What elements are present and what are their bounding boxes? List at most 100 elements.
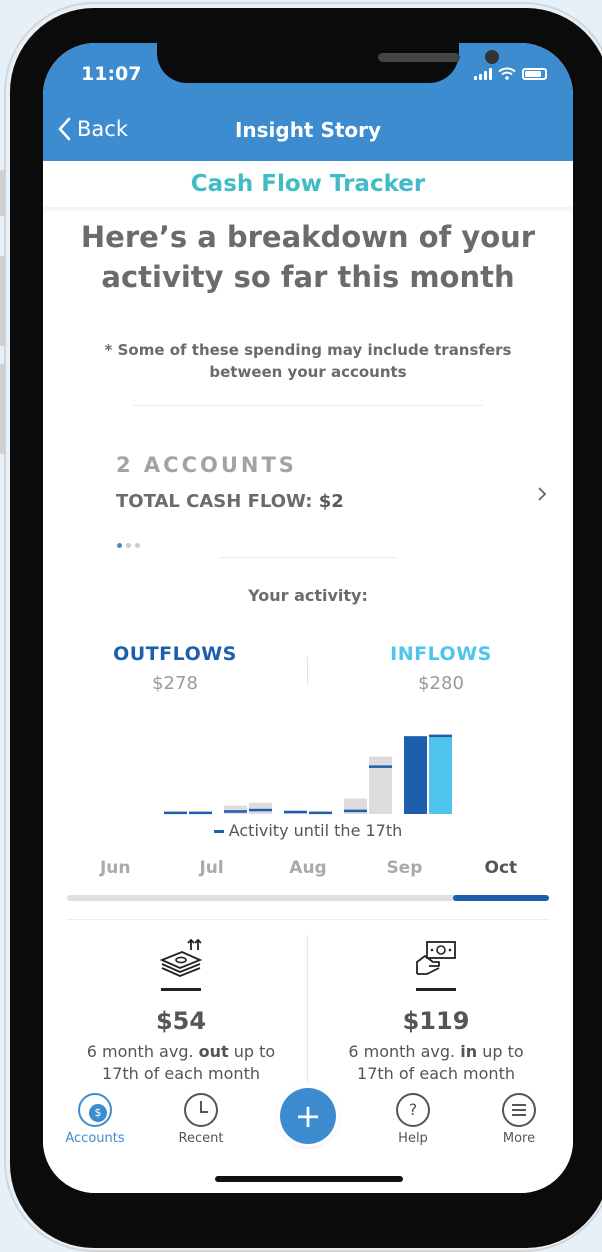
desc-text: 17th of each month xyxy=(102,1064,260,1083)
phone-mockup: 11:07 Back Insight Story Cash Flow Track… xyxy=(0,0,602,1252)
inflow-partial-marker-oct xyxy=(429,734,452,738)
inflows-title: INFLOWS xyxy=(390,643,492,665)
total-cash-flow-label: TOTAL CASH FLOW: xyxy=(116,491,313,512)
outflows-summary: OUTFLOWS $278 xyxy=(75,643,275,694)
inflow-average-stat: $119 6 month avg. in up to 17th of each … xyxy=(321,938,551,1085)
inflow-average-desc: 6 month avg. in up to 17th of each month xyxy=(321,1041,551,1085)
note-line-2: between your accounts xyxy=(209,363,407,381)
desc-bold: in xyxy=(460,1042,478,1061)
accounts-count: 2 ACCOUNTS xyxy=(116,453,297,477)
desc-text: up to xyxy=(477,1042,524,1061)
stats-divider xyxy=(67,919,549,920)
desc-text: 6 month avg. xyxy=(348,1042,461,1061)
status-icons xyxy=(474,67,547,80)
tab-accounts[interactable]: $ Accounts xyxy=(55,1093,135,1146)
heading-line-2: activity so far this month xyxy=(101,260,515,294)
speaker xyxy=(378,53,460,62)
tab-label: More xyxy=(502,1131,536,1146)
money-out-icon xyxy=(66,938,296,982)
total-cash-flow-value: $2 xyxy=(318,491,344,512)
plus-icon: + xyxy=(294,1097,322,1135)
outflow-partial-marker-sep xyxy=(344,809,367,813)
inflow-partial-marker-jul xyxy=(249,808,272,812)
battery-icon xyxy=(522,68,547,80)
inflow-bar-jul xyxy=(249,802,272,814)
help-icon: ? xyxy=(396,1093,430,1127)
activity-label: Your activity: xyxy=(248,586,368,605)
camera xyxy=(485,50,499,64)
transfer-note: * Some of these spending may include tra… xyxy=(73,339,543,383)
inflow-partial-marker-sep xyxy=(369,765,392,768)
month-slider-thumb[interactable] xyxy=(453,895,549,901)
month-selector[interactable]: Jun Jul Aug Sep Oct xyxy=(67,858,549,878)
tab-label: Accounts xyxy=(65,1131,125,1146)
bottom-tab-bar: $ Accounts Recent + ? Help More xyxy=(43,1083,573,1193)
cellular-signal-icon xyxy=(474,68,492,80)
total-cash-flow: TOTAL CASH FLOW: $2 xyxy=(116,491,344,512)
carousel-page-dots[interactable] xyxy=(117,543,140,548)
inflows-amount: $280 xyxy=(418,673,464,694)
top-bar: 11:07 Back Insight Story xyxy=(43,43,573,161)
tab-label: Recent xyxy=(178,1131,224,1146)
outflow-bar-oct xyxy=(404,736,427,814)
cash-flow-bar-chart[interactable] xyxy=(43,723,573,818)
add-button[interactable]: + xyxy=(280,1088,336,1144)
clock-icon xyxy=(184,1093,218,1127)
inflow-partial-marker-aug xyxy=(309,811,332,815)
outflow-average-desc: 6 month avg. out up to 17th of each mont… xyxy=(66,1041,296,1085)
mute-switch xyxy=(0,170,6,216)
month-tab-jul[interactable]: Jul xyxy=(163,858,259,878)
page-dot[interactable] xyxy=(126,543,131,548)
month-tab-jun[interactable]: Jun xyxy=(67,858,163,878)
stats-separator xyxy=(307,935,308,1085)
stat-underline xyxy=(161,988,201,991)
tab-label: Help xyxy=(398,1131,428,1146)
menu-icon xyxy=(502,1093,536,1127)
legend-marker xyxy=(213,830,224,833)
page-title: Insight Story xyxy=(234,118,382,142)
outflow-average-value: $54 xyxy=(155,1007,207,1035)
heading-line-1: Here’s a breakdown of your xyxy=(80,220,536,254)
section-divider xyxy=(133,405,483,406)
story-heading: Here’s a breakdown of your activity so f… xyxy=(63,217,553,297)
outflow-bar-jul xyxy=(224,805,247,814)
outflow-partial-marker-aug xyxy=(284,810,307,814)
desc-bold: out xyxy=(198,1042,229,1061)
outflow-partial-marker-jun xyxy=(164,811,187,815)
outflows-amount: $278 xyxy=(152,673,198,694)
outflow-partial-marker-jul xyxy=(224,810,247,813)
flow-separator xyxy=(307,657,308,685)
notch xyxy=(157,43,499,83)
page-dot[interactable] xyxy=(135,543,140,548)
volume-up-button xyxy=(0,256,6,346)
month-tab-oct[interactable]: Oct xyxy=(453,858,549,878)
money-in-hand-icon xyxy=(321,938,551,982)
inflows-summary: INFLOWS $280 xyxy=(341,643,541,694)
accounts-icon: $ xyxy=(78,1093,112,1127)
app-screen: 11:07 Back Insight Story Cash Flow Track… xyxy=(43,43,573,1193)
page-dot[interactable] xyxy=(117,543,122,548)
subheader-title: Cash Flow Tracker xyxy=(190,171,426,197)
volume-down-button xyxy=(0,364,6,454)
status-time: 11:07 xyxy=(81,63,142,85)
month-tab-aug[interactable]: Aug xyxy=(260,858,356,878)
chart-legend: Activity until the 17th xyxy=(43,821,573,840)
tab-recent[interactable]: Recent xyxy=(161,1093,241,1146)
note-line-1: * Some of these spending may include tra… xyxy=(104,341,512,359)
card-divider xyxy=(219,557,397,558)
outflow-average-stat: $54 6 month avg. out up to 17th of each … xyxy=(66,938,296,1085)
desc-text: 6 month avg. xyxy=(86,1042,199,1061)
stat-underline xyxy=(416,988,456,991)
inflow-bar-sep xyxy=(369,756,392,814)
next-account-button[interactable] xyxy=(537,483,547,507)
desc-text: 17th of each month xyxy=(357,1064,515,1083)
inflow-bar-oct xyxy=(429,735,452,814)
outflows-title: OUTFLOWS xyxy=(113,643,237,665)
month-tab-sep[interactable]: Sep xyxy=(356,858,452,878)
tab-help[interactable]: ? Help xyxy=(373,1093,453,1146)
desc-text: up to xyxy=(228,1042,276,1061)
tab-more[interactable]: More xyxy=(479,1093,559,1146)
legend-label: Activity until the 17th xyxy=(228,821,403,840)
inflow-partial-marker-jun xyxy=(189,811,212,815)
wifi-icon xyxy=(498,67,516,80)
